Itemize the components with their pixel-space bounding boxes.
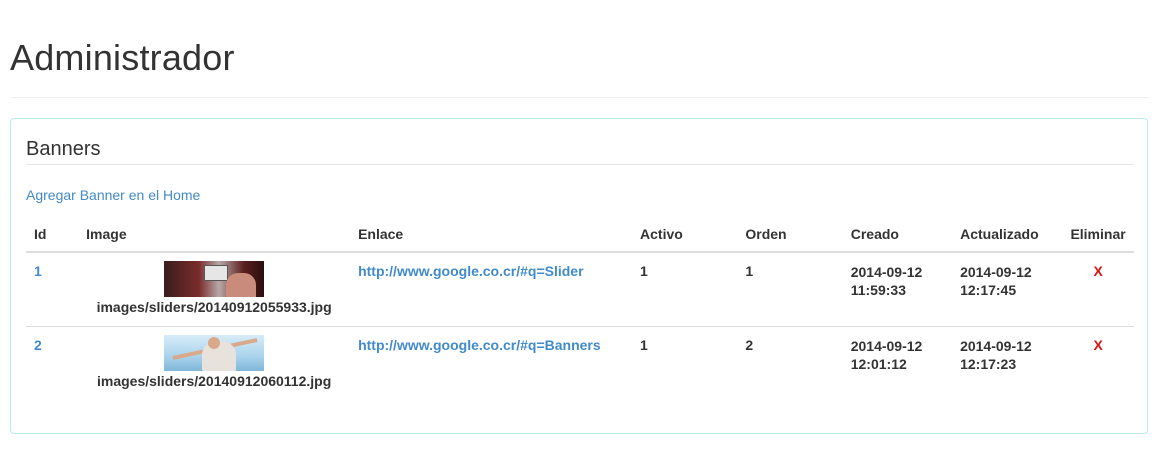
actualizado-time: 12:17:23 [960,355,1017,372]
header-enlace: Enlace [350,216,633,253]
actualizado-time: 12:17:45 [960,282,1017,298]
delete-icon[interactable]: X [1070,263,1126,279]
cell-eliminar: X [1062,326,1134,400]
page-title: Administrador [10,37,235,78]
banners-panel: Banners Agregar Banner en el Home Id Ima… [10,118,1148,434]
cell-image: images/sliders/20140912055933.jpg [78,252,351,327]
creado-date: 2014-09-12 [850,264,923,280]
cell-eliminar: X [1062,252,1134,327]
image-path: images/sliders/20140912055933.jpg [96,299,332,315]
cell-enlace: http://www.google.co.cr/#q=Banners [350,326,632,400]
add-banner-link[interactable]: Agregar Banner en el Home [26,187,200,203]
banner-id-link[interactable]: 2 [34,337,42,353]
table-row: 2 images/sliders/20140912060112.jpg http… [26,326,1134,400]
delete-icon[interactable]: X [1070,337,1126,353]
header-id: Id [26,216,79,253]
cell-id: 2 [26,326,78,400]
table-header-row: Id Image Enlace Activo Orden Creado Actu… [26,216,1134,253]
cell-id: 1 [26,252,79,327]
cell-creado: 2014-09-12 11:59:33 [842,252,953,327]
actualizado-date: 2014-09-12 [960,264,1032,280]
cell-image: images/sliders/20140912060112.jpg [78,326,350,400]
banner-url-link[interactable]: http://www.google.co.cr/#q=Slider [358,263,583,279]
cell-enlace: http://www.google.co.cr/#q=Slider [350,252,633,327]
banner-thumbnail [164,334,265,371]
header-actualizado: Actualizado [952,216,1063,253]
header-creado: Creado [842,216,953,253]
panel-title: Banners [26,136,1134,165]
header-activo: Activo [632,216,738,253]
banners-table: Id Image Enlace Activo Orden Creado Actu… [26,216,1134,400]
header-eliminar: Eliminar [1062,216,1134,253]
page-header: Administrador [10,36,1150,98]
creado-time: 12:01:12 [850,355,907,372]
creado-time: 11:59:33 [850,282,906,298]
cell-activo: 1 [640,336,648,353]
image-path: images/sliders/20140912060112.jpg [96,372,332,389]
cell-orden: 2 [745,336,754,353]
actualizado-date: 2014-09-12 [960,337,1032,354]
cell-orden: 1 [737,252,843,327]
table-row: 1 images/sliders/20140912055933.jpg http… [26,252,1134,327]
cell-actualizado: 2014-09-12 12:17:45 [952,252,1063,327]
header-image: Image [78,216,351,253]
banner-thumbnail [164,261,265,297]
creado-date: 2014-09-12 [850,337,923,354]
banner-url-link[interactable]: http://www.google.co.cr/#q=Banners [358,337,601,353]
banner-id-link[interactable]: 1 [34,263,42,279]
cell-activo: 1 [632,252,738,327]
header-orden: Orden [737,216,843,253]
cell-creado: 2014-09-12 12:01:12 [843,326,952,400]
cell-actualizado: 2014-09-12 12:17:23 [952,326,1062,400]
